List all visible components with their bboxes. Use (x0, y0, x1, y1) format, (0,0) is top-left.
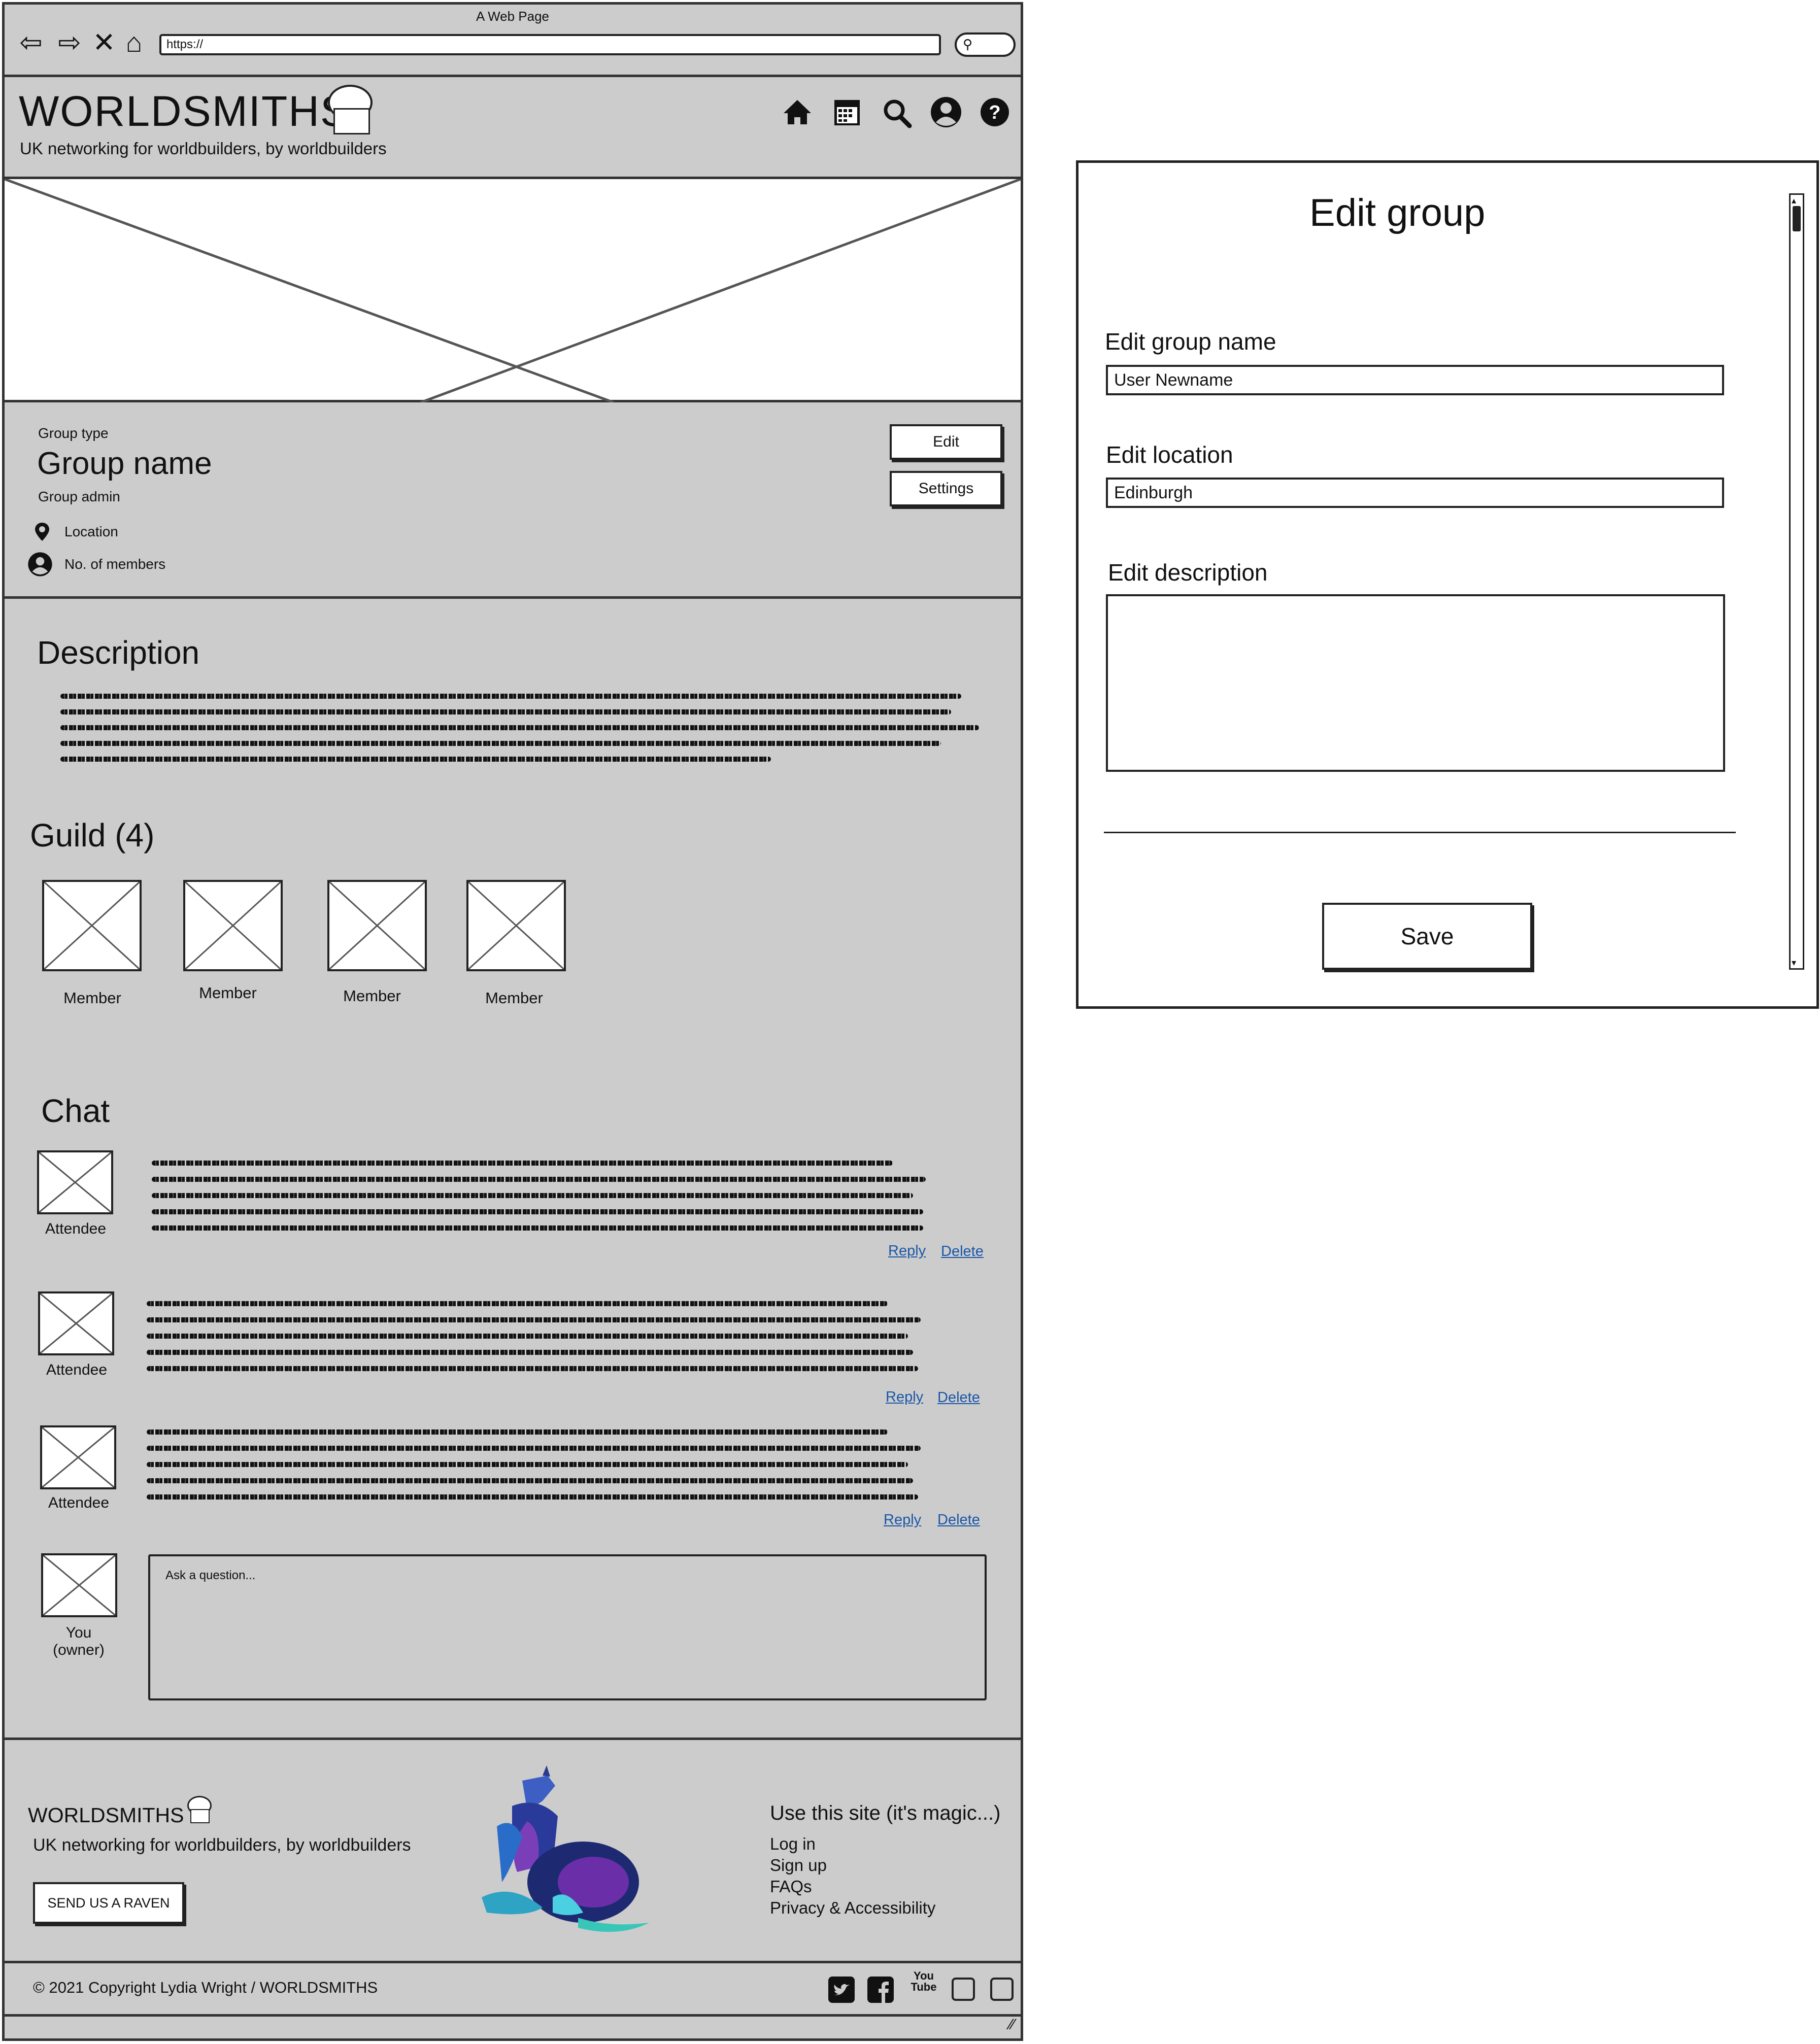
edit-group-button[interactable]: Edit (890, 424, 1002, 460)
attendee-avatar[interactable] (37, 1150, 113, 1214)
scroll-down-arrow-icon[interactable]: ▾ (1792, 958, 1796, 967)
member-label: Member (199, 984, 257, 1002)
home-outline-icon[interactable]: ⌂ (119, 27, 149, 58)
member-label: Member (343, 987, 401, 1005)
youtube-icon-text: You Tube (911, 1969, 937, 1993)
edit-group-dialog: Edit group Edit group name User Newname … (1076, 160, 1819, 1009)
window-title: A Web Page (476, 9, 550, 24)
scroll-up-arrow-icon[interactable]: ▴ (1792, 196, 1796, 205)
group-name-input[interactable]: User Newname (1106, 365, 1724, 395)
resize-grip-icon[interactable]: ⁄⁄ (1009, 2016, 1015, 2033)
browser-chrome: A Web Page ⇦ ⇨ ✕ ⌂ https:// ⚲ (5, 5, 1021, 77)
group-info-panel: Group type Group name Group admin Locati… (5, 405, 1021, 599)
settings-button[interactable]: Settings (890, 471, 1002, 506)
delete-link[interactable]: Delete (941, 1243, 984, 1260)
copyright-bar: © 2021 Copyright Lydia Wright / WORLDSMI… (5, 1961, 1021, 2017)
blank-social-icon[interactable] (990, 1978, 1014, 2001)
group-name-label: Edit group name (1105, 328, 1276, 355)
members-user-icon (28, 552, 52, 576)
location-input[interactable]: Edinburgh (1106, 478, 1724, 508)
browser-window: A Web Page ⇦ ⇨ ✕ ⌂ https:// ⚲ WORLDSMITH… (2, 2, 1023, 2041)
hero-image-placeholder (5, 179, 1021, 402)
browser-search-field[interactable]: ⚲ (955, 32, 1016, 57)
location-text: Location (64, 524, 118, 539)
footer-link-faqs[interactable]: FAQs (770, 1877, 812, 1896)
reply-link[interactable]: Reply (888, 1243, 926, 1259)
location-row: Location (31, 521, 118, 543)
delete-link[interactable]: Delete (937, 1389, 980, 1406)
blank-social-icon[interactable] (952, 1978, 975, 2001)
owner-label: You (owner) (38, 1624, 119, 1659)
members-row: No. of members (27, 551, 165, 577)
owner-label-line1: You (65, 1624, 92, 1641)
user-icon[interactable] (928, 92, 964, 132)
map-pin-icon (35, 523, 49, 541)
description-textarea[interactable] (1106, 594, 1725, 772)
ask-question-textarea[interactable]: Ask a question... (148, 1554, 987, 1700)
owner-avatar (41, 1553, 117, 1617)
member-avatar[interactable] (327, 880, 427, 971)
calendar-icon[interactable] (829, 92, 865, 132)
dragon-mascot-image (482, 1765, 649, 1932)
delete-link[interactable]: Delete (937, 1512, 980, 1528)
description-label: Edit description (1108, 559, 1268, 586)
site-header: WORLDSMITHS UK networking for worldbuild… (5, 80, 1021, 179)
dialog-scrollbar[interactable]: ▴ ▾ (1789, 193, 1804, 970)
url-bar[interactable]: https:// (159, 34, 941, 55)
close-x-icon[interactable]: ✕ (89, 27, 119, 58)
attendee-label: Attendee (45, 1220, 107, 1237)
copyright-text: © 2021 Copyright Lydia Wright / WORLDSMI… (33, 1979, 378, 1996)
dialog-divider (1104, 832, 1736, 833)
location-label: Edit location (1106, 441, 1233, 468)
facebook-icon[interactable] (866, 1974, 895, 2005)
scrollbar-thumb[interactable] (1793, 206, 1801, 231)
reply-link[interactable]: Reply (886, 1389, 923, 1406)
members-count-text: No. of members (64, 556, 166, 572)
footer-logo[interactable]: WORLDSMITHS (28, 1803, 184, 1827)
svg-text:?: ? (989, 102, 1000, 123)
footer-tagline: UK networking for worldbuilders, by worl… (33, 1835, 411, 1855)
group-name: Group name (37, 446, 212, 481)
footer-link-sign-up[interactable]: Sign up (770, 1856, 827, 1875)
site-logo[interactable]: WORLDSMITHS (19, 87, 350, 136)
member-avatar[interactable] (466, 880, 566, 971)
home-icon[interactable] (780, 92, 815, 132)
forward-arrow-icon[interactable]: ⇨ (54, 27, 85, 58)
guild-heading: Guild (4) (30, 817, 155, 854)
save-button[interactable]: Save (1322, 903, 1532, 970)
attendee-label: Attendee (48, 1494, 110, 1511)
search-icon[interactable] (879, 92, 915, 132)
magnifier-icon: ⚲ (963, 37, 973, 52)
owner-label-line2: (owner) (53, 1642, 105, 1658)
dialog-title: Edit group (1309, 191, 1486, 234)
chat-heading: Chat (41, 1093, 110, 1129)
member-label: Member (63, 989, 121, 1007)
group-admin[interactable]: Group admin (38, 489, 120, 505)
attendee-avatar[interactable] (38, 1291, 114, 1355)
youtube-icon[interactable]: You Tube (909, 1970, 938, 2001)
send-raven-button[interactable]: SEND US A RAVEN (33, 1882, 184, 1924)
member-label: Member (485, 989, 543, 1007)
site-footer: WORLDSMITHS UK networking for worldbuild… (5, 1738, 1021, 1961)
description-heading: Description (37, 634, 200, 671)
reply-link[interactable]: Reply (884, 1512, 921, 1528)
footer-link-log-in[interactable]: Log in (770, 1834, 816, 1854)
footer-link-privacy[interactable]: Privacy & Accessibility (770, 1898, 935, 1918)
help-icon[interactable]: ? (977, 92, 1013, 132)
footer-links-heading: Use this site (it's magic...) (770, 1802, 1001, 1824)
attendee-avatar[interactable] (40, 1425, 116, 1489)
member-avatar[interactable] (42, 880, 142, 971)
twitter-icon[interactable] (827, 1974, 856, 2005)
attendee-label: Attendee (46, 1361, 108, 1378)
site-tagline: UK networking for worldbuilders, by worl… (20, 139, 387, 158)
back-arrow-icon[interactable]: ⇦ (16, 27, 46, 58)
group-type: Group type (38, 425, 109, 441)
member-avatar[interactable] (183, 880, 283, 971)
